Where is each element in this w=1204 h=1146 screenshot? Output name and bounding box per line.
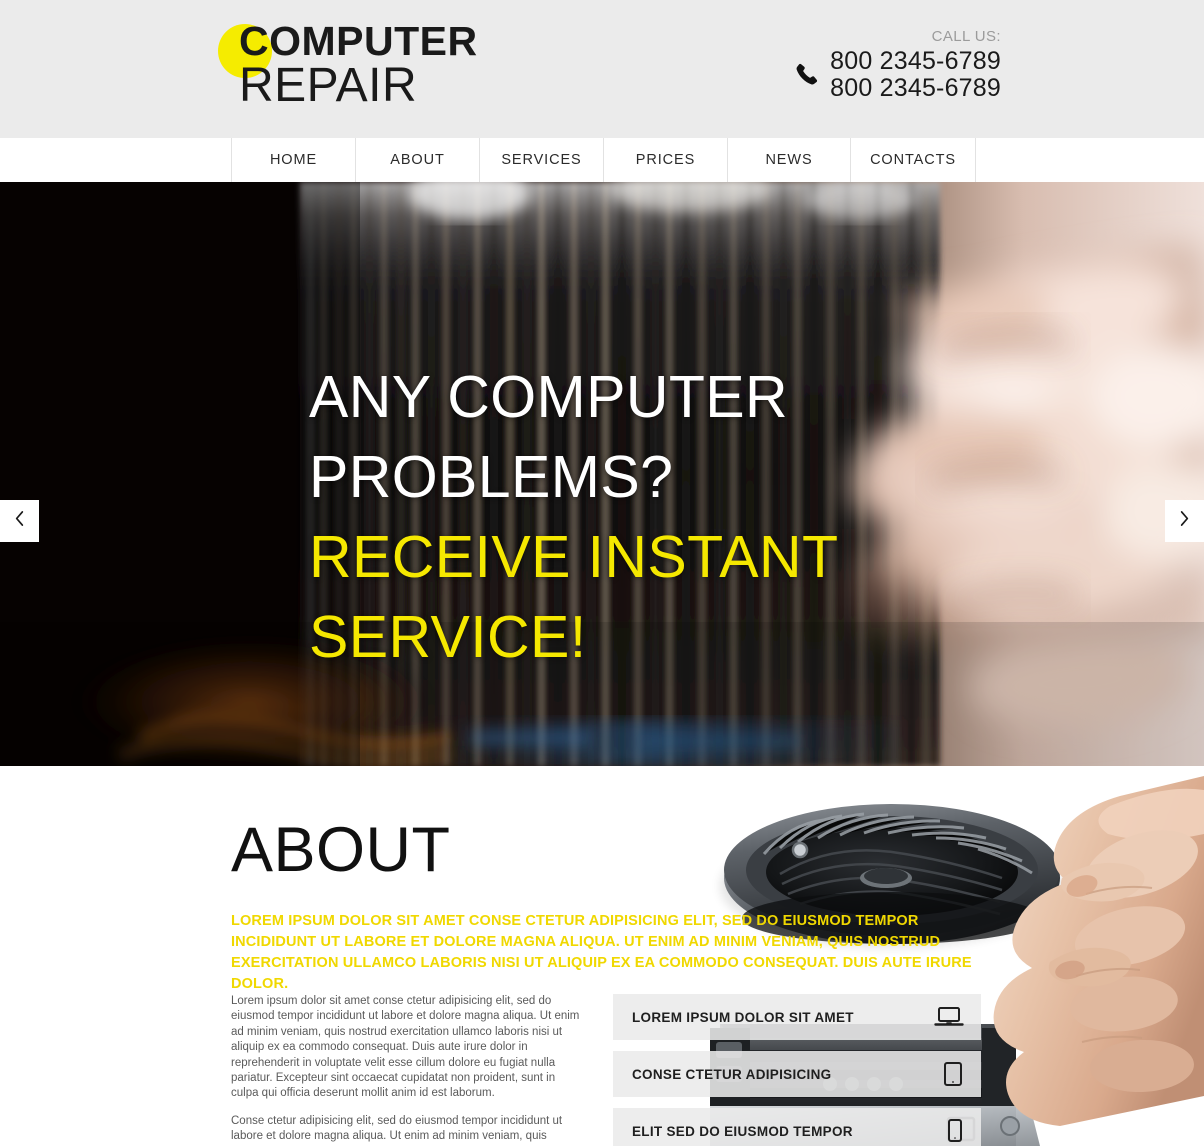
about-text-column: Lorem ipsum dolor sit amet conse ctetur … [231, 994, 584, 1146]
nav-item-home[interactable]: HOME [231, 138, 355, 182]
service-item-2-label: CONSE CTETUR ADIPISICING [632, 1066, 832, 1082]
hero-line-1: ANY COMPUTER [309, 364, 789, 430]
site-header: COMPUTER REPAIR CALL US: 800 2345-6789 8… [0, 0, 1204, 138]
logo-line-computer: COMPUTER [239, 18, 478, 64]
main-navigation: HOME ABOUT SERVICES PRICES NEWS CONTACTS [0, 138, 1204, 182]
logo-line-repair: REPAIR [239, 59, 418, 112]
hero-slider: ANY COMPUTER PROBLEMS? RECEIVE INSTANT S… [0, 182, 1204, 766]
phone-row: 800 2345-6789 800 2345-6789 [794, 48, 1001, 102]
phone-device-icon [946, 1118, 964, 1144]
about-lead-text: LOREM IPSUM DOLOR SIT AMET CONSE CTETUR … [231, 913, 972, 992]
chevron-left-icon [13, 510, 26, 532]
about-paragraph-1: Lorem ipsum dolor sit amet conse ctetur … [231, 995, 580, 1100]
laptop-icon [934, 1006, 964, 1028]
slider-next-button[interactable] [1165, 500, 1204, 542]
call-us-label: CALL US: [931, 28, 1001, 45]
service-item-2[interactable]: CONSE CTETUR ADIPISICING [613, 1051, 981, 1097]
hero-headline: ANY COMPUTER PROBLEMS? RECEIVE INSTANT S… [309, 357, 929, 677]
phone-number-1[interactable]: 800 2345-6789 [830, 48, 1001, 75]
nav-item-about[interactable]: ABOUT [355, 138, 479, 182]
logo[interactable]: COMPUTER REPAIR [218, 18, 518, 112]
page-root: COMPUTER REPAIR CALL US: 800 2345-6789 8… [0, 0, 1204, 1146]
service-item-1[interactable]: LOREM IPSUM DOLOR SIT AMET [613, 994, 981, 1040]
service-item-3[interactable]: ELIT SED DO EIUSMOD TEMPOR [613, 1108, 981, 1146]
service-item-1-label: LOREM IPSUM DOLOR SIT AMET [632, 1009, 854, 1025]
phone-icon [794, 62, 820, 88]
call-us-block: CALL US: 800 2345-6789 800 2345-6789 [794, 28, 1001, 102]
about-services-list: LOREM IPSUM DOLOR SIT AMET CONSE CTETUR … [613, 994, 981, 1146]
about-columns: Lorem ipsum dolor sit amet conse ctetur … [231, 994, 981, 1146]
hero-line-2: PROBLEMS? [309, 444, 674, 510]
nav-item-news[interactable]: NEWS [727, 138, 850, 182]
hero-line-3: RECEIVE INSTANT [309, 524, 839, 590]
service-item-3-label: ELIT SED DO EIUSMOD TEMPOR [632, 1123, 853, 1139]
nav-item-services[interactable]: SERVICES [479, 138, 603, 182]
hero-line-4: SERVICE! [309, 604, 587, 670]
nav-item-prices[interactable]: PRICES [603, 138, 727, 182]
about-paragraph-2: Conse ctetur adipisicing elit, sed do ei… [231, 1114, 566, 1146]
phone-numbers[interactable]: 800 2345-6789 800 2345-6789 [830, 48, 1001, 102]
about-section: ABOUT LOREM IPSUM DOLOR SIT AMET CONSE C… [0, 766, 1204, 1146]
phone-number-2[interactable]: 800 2345-6789 [830, 75, 1001, 102]
chevron-right-icon [1178, 510, 1191, 532]
slider-prev-button[interactable] [0, 500, 39, 542]
tablet-icon [942, 1061, 964, 1087]
about-title: ABOUT [231, 815, 451, 885]
nav-item-contacts[interactable]: CONTACTS [850, 138, 976, 182]
